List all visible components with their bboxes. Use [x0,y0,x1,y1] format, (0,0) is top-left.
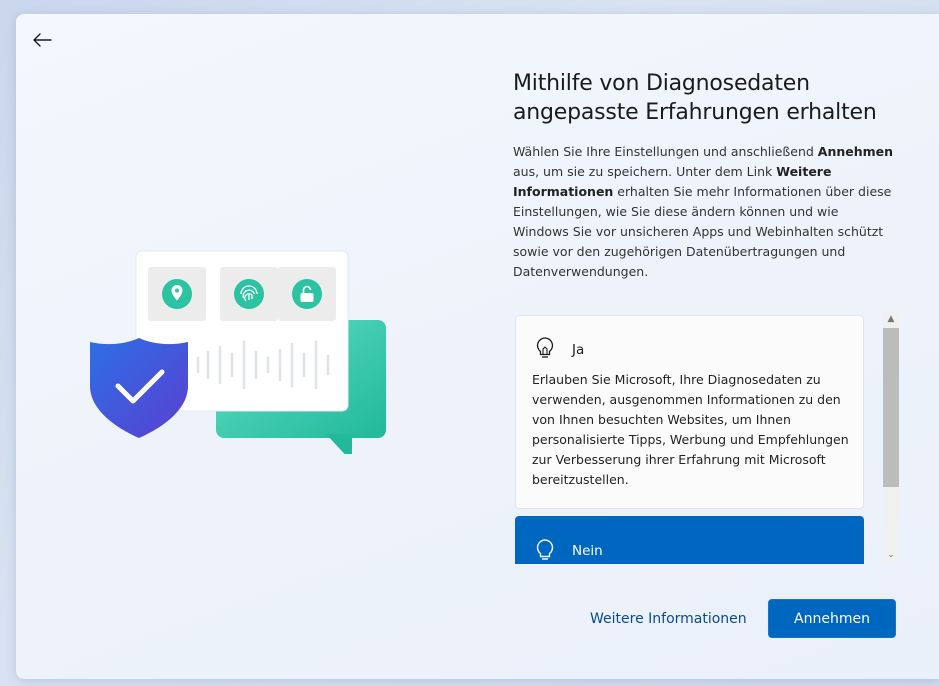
setup-window: Mithilfe von Diagnosedaten angepasste Er… [16,14,939,679]
option-nein[interactable]: Nein [515,516,864,564]
scrollbar-thumb[interactable] [883,328,899,487]
options-list: Ja Erlauben Sie Microsoft, Ihre Diagnose… [515,314,865,564]
page-title-line2: angepasste Erfahrungen erhalten [513,100,877,125]
option-nein-label: Nein [572,543,603,559]
description-text-1: Wählen Sie Ihre Einstellungen und anschl… [513,144,818,159]
page-title-line1: Mithilfe von Diagnosedaten [513,71,810,96]
lightbulb-icon [536,337,554,358]
description-bold-accept: Annehmen [817,144,894,159]
shield-check-icon [90,338,188,438]
option-ja-description: Erlauben Sie Microsoft, Ihre Diagnosedat… [532,372,849,487]
lightbulb-icon [536,539,554,560]
more-info-link[interactable]: Weitere Informationen [590,611,747,627]
arrow-left-icon [33,33,52,47]
option-ja[interactable]: Ja Erlauben Sie Microsoft, Ihre Diagnose… [515,315,864,509]
page-title: Mithilfe von Diagnosedaten angepasste Er… [513,69,913,127]
privacy-illustration [90,250,386,454]
option-ja-label: Ja [572,342,585,358]
location-pin-icon [162,279,192,309]
accept-button[interactable]: Annehmen [768,599,896,638]
description-text-2: aus, um sie zu speichern. Unter dem Link [513,164,777,179]
page-description: Wählen Sie Ihre Einstellungen und anschl… [513,142,898,282]
unlock-icon [292,279,322,309]
back-button[interactable] [26,26,58,54]
options-scrollbar[interactable]: ▲ ⌄ [883,312,899,562]
scroll-up-arrow-icon[interactable]: ▲ [883,312,899,326]
scroll-down-chevron-icon[interactable]: ⌄ [883,548,899,562]
fingerprint-icon [234,279,264,309]
